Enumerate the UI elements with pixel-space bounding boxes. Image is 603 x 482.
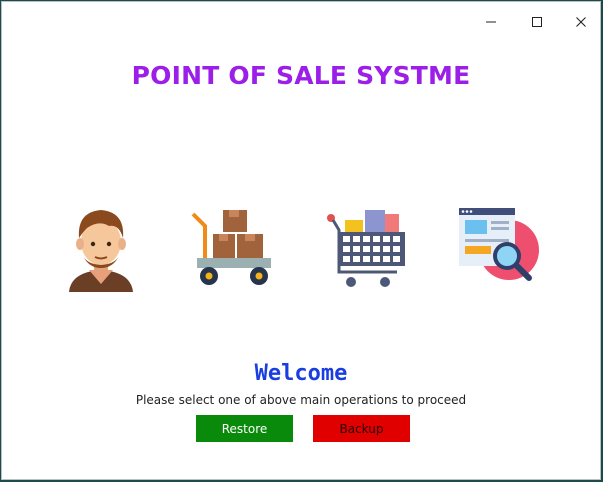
maximize-icon — [532, 17, 542, 27]
hand-truck-boxes-icon — [191, 210, 271, 285]
welcome-heading: Welcome — [254, 361, 348, 386]
welcome-message: Please select one of above main operatio… — [135, 393, 467, 407]
close-icon — [576, 17, 586, 27]
customer-icon — [69, 210, 133, 292]
customer-button[interactable] — [59, 206, 143, 292]
sales-button[interactable] — [323, 206, 407, 292]
app-title: POINT OF SALE SYSTME — [131, 61, 471, 90]
app-window: POINT OF SALE SYSTME Welcome Please sele… — [1, 1, 601, 480]
title-bar — [2, 2, 600, 40]
backup-button[interactable]: Backup — [313, 415, 410, 442]
minimize-icon — [486, 21, 496, 23]
shopping-cart-icon — [327, 210, 405, 287]
inventory-button[interactable] — [189, 206, 273, 292]
maximize-button[interactable] — [514, 7, 560, 37]
restore-button[interactable]: Restore — [196, 415, 293, 442]
web-search-report-icon — [459, 208, 539, 281]
minimize-button[interactable] — [468, 7, 514, 37]
reports-button[interactable] — [457, 206, 541, 292]
close-button[interactable] — [558, 7, 603, 37]
